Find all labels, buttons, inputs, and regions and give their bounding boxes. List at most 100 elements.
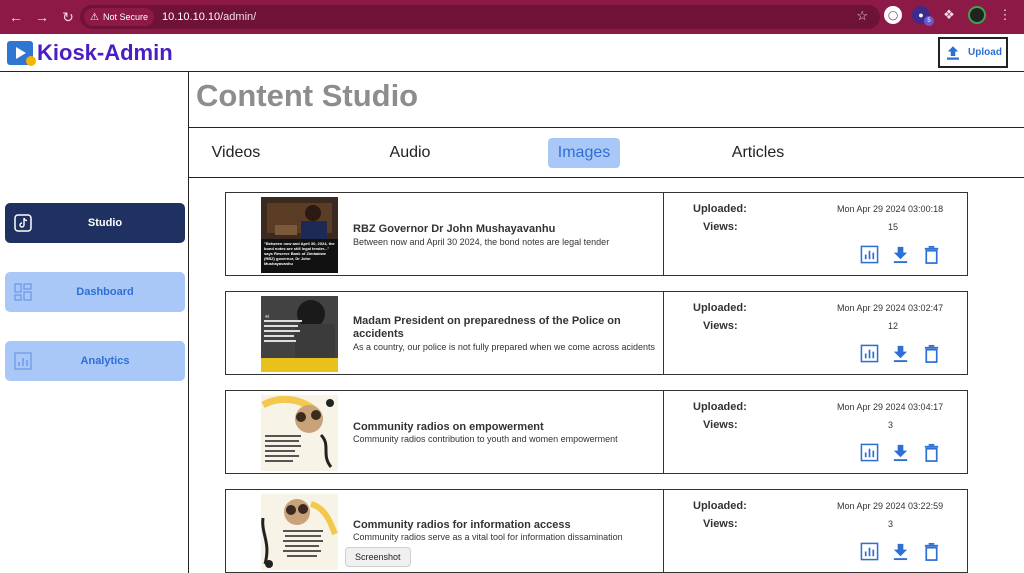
tab-videos[interactable]: Videos bbox=[203, 138, 269, 168]
security-chip[interactable]: ⚠ Not Secure bbox=[84, 8, 154, 26]
item-actions bbox=[860, 344, 941, 363]
analytics-icon[interactable] bbox=[860, 344, 879, 363]
views-value: 3 bbox=[888, 420, 894, 430]
app-name: Kiosk-Admin bbox=[37, 40, 173, 65]
analytics-icon[interactable] bbox=[860, 542, 879, 561]
url-text: 10.10.10.10/admin/ bbox=[162, 11, 256, 23]
views-label: Views: bbox=[703, 320, 738, 332]
shield-extension-icon[interactable]: ◯ bbox=[884, 6, 902, 24]
image-list: "Between now and April 30, 2024, the bon… bbox=[189, 179, 1024, 573]
image-thumbnail[interactable] bbox=[261, 395, 338, 471]
thumbnail-image: “ bbox=[261, 296, 338, 372]
list-item: "Between now and April 30, 2024, the bon… bbox=[225, 192, 968, 276]
screenshot-tooltip: Screenshot bbox=[345, 547, 411, 567]
sidebar-item-dashboard[interactable]: Dashboard bbox=[5, 272, 185, 312]
uploaded-value: Mon Apr 29 2024 03:22:59 bbox=[837, 501, 944, 511]
list-item: Community radios for information access … bbox=[225, 489, 968, 573]
play-icon bbox=[7, 41, 36, 66]
analytics-icon[interactable] bbox=[860, 443, 879, 462]
warning-icon: ⚠ bbox=[90, 11, 99, 23]
bookmark-star-icon[interactable]: ☆ bbox=[856, 8, 868, 24]
tab-articles[interactable]: Articles bbox=[723, 138, 793, 168]
svg-text:“: “ bbox=[265, 314, 270, 325]
item-description: Community radios contribution to youth a… bbox=[353, 434, 618, 444]
sidebar-item-label: Analytics bbox=[80, 355, 130, 367]
upload-label: Upload bbox=[968, 47, 1002, 58]
thumbnail-caption: "Between now and April 30, 2024, the bon… bbox=[264, 241, 335, 266]
card-divider bbox=[663, 391, 664, 473]
item-actions bbox=[860, 443, 941, 462]
image-thumbnail[interactable]: "Between now and April 30, 2024, the bon… bbox=[261, 197, 338, 273]
uploaded-value: Mon Apr 29 2024 03:02:47 bbox=[837, 303, 944, 313]
download-icon[interactable] bbox=[891, 245, 910, 264]
uploaded-label: Uploaded: bbox=[693, 500, 747, 512]
app-header: Kiosk-Admin Upload bbox=[0, 34, 1024, 72]
list-item: “ Madam President on preparedness of the… bbox=[225, 291, 968, 375]
profile-avatar[interactable] bbox=[968, 6, 986, 24]
tab-audio[interactable]: Audio bbox=[381, 138, 439, 168]
extension-badge: 5 bbox=[924, 16, 934, 26]
item-description: Between now and April 30 2024, the bond … bbox=[353, 237, 610, 247]
list-item: Community radios on empowerment Communit… bbox=[225, 390, 968, 474]
uploaded-value: Mon Apr 29 2024 03:04:17 bbox=[837, 402, 944, 412]
thumbnail-image bbox=[261, 494, 338, 570]
views-label: Views: bbox=[703, 518, 738, 530]
item-title: Community radios on empowerment bbox=[353, 421, 544, 433]
security-label: Not Secure bbox=[102, 12, 148, 22]
url-host: 10.10.10.10 bbox=[162, 11, 221, 23]
sidebar-item-label: Dashboard bbox=[76, 286, 134, 298]
card-divider bbox=[663, 292, 664, 374]
sidebar: Studio Dashboard Analytics bbox=[0, 72, 189, 573]
sidebar-item-label: Studio bbox=[87, 217, 123, 229]
item-actions bbox=[860, 245, 941, 264]
views-label: Views: bbox=[703, 419, 738, 431]
uploaded-value: Mon Apr 29 2024 03:00:18 bbox=[837, 204, 944, 214]
card-divider bbox=[663, 490, 664, 572]
puzzle-icon[interactable]: ❖ bbox=[940, 6, 958, 24]
download-icon[interactable] bbox=[891, 443, 910, 462]
tiktok-icon bbox=[14, 214, 32, 232]
item-title: Community radios for information access bbox=[353, 519, 571, 531]
uploaded-label: Uploaded: bbox=[693, 203, 747, 215]
uploaded-label: Uploaded: bbox=[693, 401, 747, 413]
uploaded-label: Uploaded: bbox=[693, 302, 747, 314]
thumbnail-image bbox=[261, 395, 338, 471]
views-value: 3 bbox=[888, 519, 894, 529]
views-label: Views: bbox=[703, 221, 738, 233]
page-title: Content Studio bbox=[196, 78, 419, 113]
analytics-icon[interactable] bbox=[860, 245, 879, 264]
delete-icon[interactable] bbox=[922, 245, 941, 264]
extensions-area: ◯ ● ❖ ⋮ bbox=[884, 6, 1014, 24]
sidebar-item-analytics[interactable]: Analytics bbox=[5, 341, 185, 381]
image-thumbnail[interactable]: “ bbox=[261, 296, 338, 372]
reload-icon[interactable]: ↻ bbox=[56, 5, 80, 29]
upload-icon bbox=[947, 45, 960, 60]
tab-images[interactable]: Images bbox=[548, 138, 620, 168]
delete-icon[interactable] bbox=[922, 542, 941, 561]
delete-icon[interactable] bbox=[922, 344, 941, 363]
item-description: As a country, our police is not fully pr… bbox=[353, 342, 655, 352]
item-title: RBZ Governor Dr John Mushayavanhu bbox=[353, 223, 556, 235]
analytics-icon bbox=[14, 352, 32, 370]
dashboard-icon bbox=[14, 283, 32, 301]
download-icon[interactable] bbox=[891, 542, 910, 561]
delete-icon[interactable] bbox=[922, 443, 941, 462]
item-title: Madam President on preparedness of the P… bbox=[353, 315, 621, 340]
views-value: 12 bbox=[888, 321, 899, 331]
url-path: /admin/ bbox=[220, 11, 257, 23]
browser-toolbar: ← → ↻ ⚠ Not Secure 10.10.10.10/admin/ ☆ … bbox=[0, 0, 1024, 34]
download-icon[interactable] bbox=[891, 344, 910, 363]
card-divider bbox=[663, 193, 664, 275]
upload-button[interactable]: Upload bbox=[938, 37, 1008, 68]
forward-icon[interactable]: → bbox=[30, 5, 54, 29]
image-thumbnail[interactable] bbox=[261, 494, 338, 570]
address-bar[interactable]: ⚠ Not Secure 10.10.10.10/admin/ ☆ bbox=[80, 5, 880, 29]
back-icon[interactable]: ← bbox=[4, 5, 28, 29]
content-tabs: Videos Audio Images Articles bbox=[189, 128, 1024, 178]
kebab-menu-icon[interactable]: ⋮ bbox=[996, 6, 1014, 24]
app-logo[interactable]: Kiosk-Admin bbox=[7, 40, 173, 66]
views-value: 15 bbox=[888, 222, 899, 232]
item-actions bbox=[860, 542, 941, 561]
sidebar-item-studio[interactable]: Studio bbox=[5, 203, 185, 243]
item-description: Community radios serve as a vital tool f… bbox=[353, 532, 623, 542]
